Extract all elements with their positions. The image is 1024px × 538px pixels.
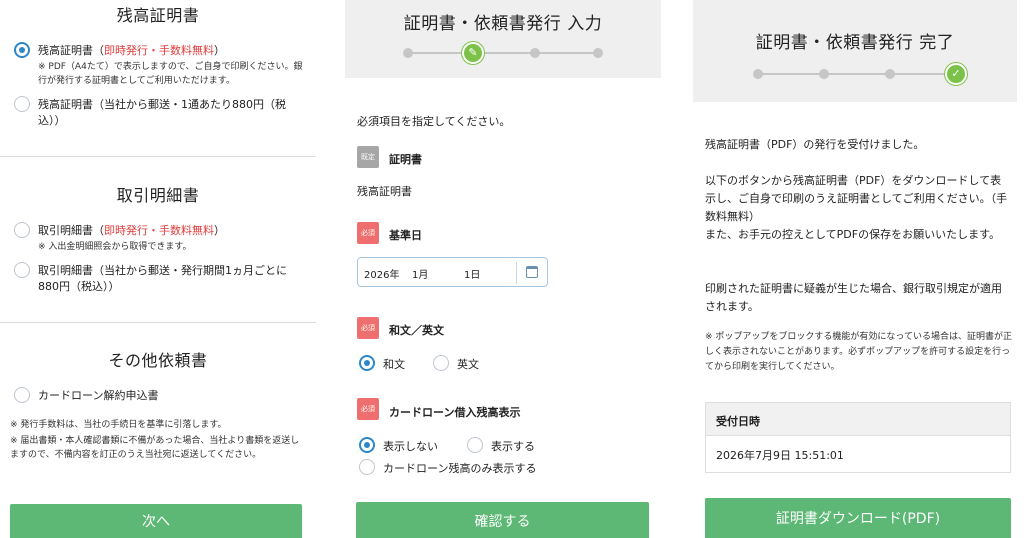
option-label: 取引明細書（当社から郵送・発行期間1ヵ月ごとに880円（税込）） <box>38 264 287 293</box>
balance-instant-option[interactable]: 残高証明書（即時発行・手数料無料） ※ PDF（A4たて）で表示しますので、ご自… <box>14 42 306 92</box>
radio-selected[interactable] <box>14 42 30 58</box>
complete-panel: 証明書・依頼書発行 完了 ✓ 残高証明書（PDF）の発行を受付けました。 以下の… <box>693 0 1024 538</box>
return-note: ※ 届出書類・本人確認書類に不備があった場合、当社より書類を返送しますので、不備… <box>10 436 300 460</box>
required-tag: 必須 <box>357 398 379 420</box>
calendar-icon[interactable] <box>526 266 538 278</box>
page-title: 証明書・依頼書発行 入力 <box>403 14 603 34</box>
radio-label: 表示する <box>491 440 535 453</box>
check-icon: ✓ <box>945 63 967 85</box>
radio-unselected[interactable] <box>14 96 30 112</box>
confirm-button[interactable]: 確認する <box>356 502 649 538</box>
loan-cancel-option[interactable]: カードローン解約申込書 <box>14 387 306 407</box>
required-tag: 必須 <box>357 317 379 339</box>
cert-value: 残高証明書 <box>357 185 412 198</box>
step-dot <box>819 69 829 79</box>
receipt-value: 2026年7月9日 15:51:01 <box>716 449 844 462</box>
fee-note: ※ 発行手数料は、当社の手続日を基準に引落します。 <box>10 420 227 430</box>
cert-label: 証明書 <box>389 153 422 166</box>
step-dot <box>593 48 603 58</box>
doubt-info: 印刷された証明書に疑義が生じた場合、銀行取引規定が適用されます。 <box>705 282 1002 313</box>
input-panel: 証明書・依頼書発行 入力 ✎ 必須項目を指定してください。 既定 証明書 残高証… <box>345 0 661 538</box>
option-label: カードローン解約申込書 <box>38 389 159 402</box>
date-day: 1日 <box>464 270 481 281</box>
radio-unselected[interactable] <box>14 222 30 238</box>
radio-label: 表示しない <box>383 440 438 453</box>
transaction-section-title: 取引明細書 <box>116 186 200 205</box>
page-header: 証明書・依頼書発行 入力 ✎ <box>345 0 661 78</box>
next-button[interactable]: 次へ <box>10 504 302 538</box>
step-dot <box>403 48 413 58</box>
instruction-text: 必須項目を指定してください。 <box>357 115 511 128</box>
date-year: 2026年 <box>364 270 400 281</box>
option-note: ※ 入出金明細照会から取得できます。 <box>38 242 192 252</box>
option-label: 残高証明書（ <box>38 44 104 57</box>
date-input[interactable]: 2026年 1月 1日 <box>357 257 548 287</box>
save-info: また、お手元の控えとしてPDFの保存をお願いいたします。 <box>705 228 1000 241</box>
radio-unselected[interactable] <box>14 387 30 403</box>
popup-note: ※ ポップアップをブロックする機能が有効になっている場合は、証明書が正しく表示さ… <box>705 332 1012 372</box>
free-highlight: 即時発行・手数料無料 <box>104 224 214 237</box>
balance-mail-option[interactable]: 残高証明書（当社から郵送・1通あたり880円（税込）） <box>14 96 306 130</box>
radio-unselected[interactable] <box>14 262 30 278</box>
transaction-instant-option[interactable]: 取引明細書（即時発行・手数料無料） ※ 入出金明細照会から取得できます。 <box>14 222 306 256</box>
option-label-end: ） <box>214 44 225 57</box>
certificate-select-panel: 残高証明書 残高証明書（即時発行・手数料無料） ※ PDF（A4たて）で表示しま… <box>0 0 316 538</box>
radio-label: 英文 <box>457 358 479 371</box>
receipt-box: 受付日時 2026年7月9日 15:51:01 <box>705 402 1011 473</box>
step-indicator: ✓ <box>753 63 967 85</box>
divider <box>0 156 316 157</box>
step-indicator: ✎ <box>403 42 603 64</box>
download-info: 以下のボタンから残高証明書（PDF）をダウンロードして表示し、ご自身で印刷のうえ… <box>705 174 1008 223</box>
required-tag: 必須 <box>357 222 379 244</box>
option-label: 取引明細書（ <box>38 224 104 237</box>
pencil-icon: ✎ <box>462 42 484 64</box>
free-highlight: 即時発行・手数料無料 <box>104 44 214 57</box>
received-text: 残高証明書（PDF）の発行を受付けました。 <box>705 138 925 151</box>
lang-label: 和文／英文 <box>389 324 444 337</box>
step-dot <box>753 69 763 79</box>
receipt-header: 受付日時 <box>706 403 1010 436</box>
page-title: 証明書・依頼書発行 完了 <box>755 33 955 53</box>
download-button[interactable]: 証明書ダウンロード(PDF) <box>705 498 1011 538</box>
option-note: ※ PDF（A4たて）で表示しますので、ご自身で印刷ください。銀行が発行する証明… <box>38 62 303 86</box>
base-date-label: 基準日 <box>389 229 422 242</box>
divider <box>0 322 316 323</box>
step-dot <box>885 69 895 79</box>
page-header: 証明書・依頼書発行 完了 ✓ <box>693 0 1017 102</box>
option-label-end: ） <box>214 224 225 237</box>
other-section-title: その他依頼書 <box>108 351 208 370</box>
date-month: 1月 <box>412 270 429 281</box>
fixed-tag: 既定 <box>357 146 379 168</box>
step-dot <box>530 48 540 58</box>
loan-label: カードローン借入残高表示 <box>389 406 521 419</box>
option-label: 残高証明書（当社から郵送・1通あたり880円（税込）） <box>38 98 286 127</box>
radio-label: カードローン残高のみ表示する <box>383 462 537 475</box>
transaction-mail-option[interactable]: 取引明細書（当社から郵送・発行期間1ヵ月ごとに880円（税込）） <box>14 262 306 296</box>
balance-section-title: 残高証明書 <box>116 6 200 25</box>
radio-label: 和文 <box>383 358 405 371</box>
